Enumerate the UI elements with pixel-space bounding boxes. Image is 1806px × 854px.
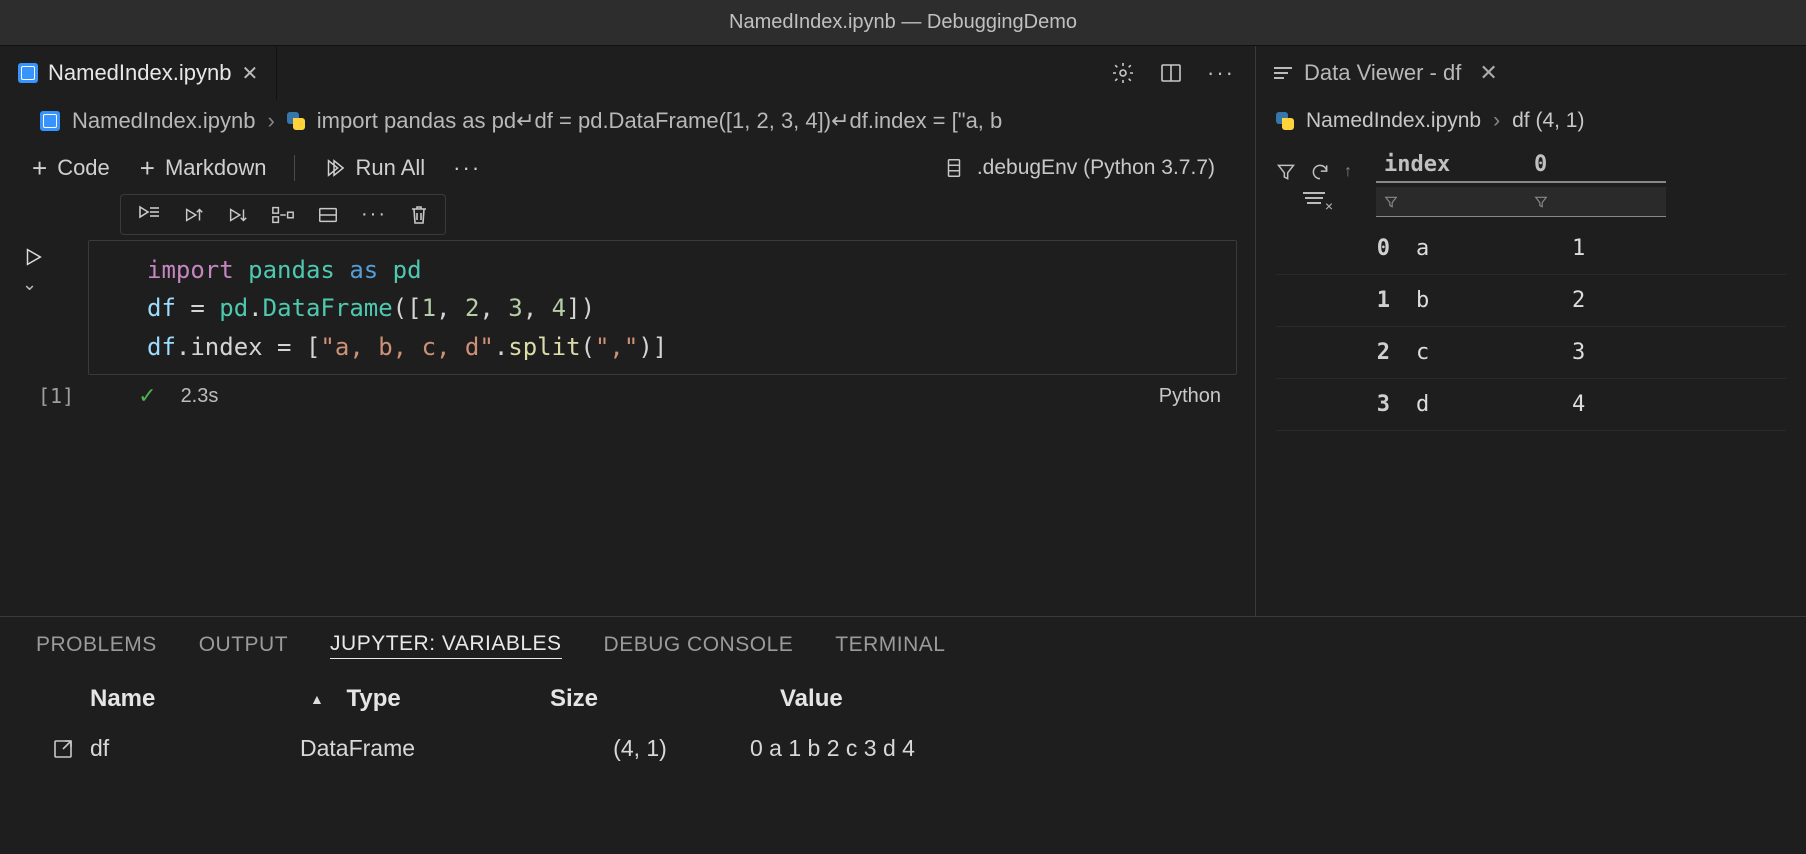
more-icon[interactable]: ··· bbox=[361, 203, 387, 226]
var-name: df bbox=[90, 735, 300, 762]
table-row[interactable]: 3 d 4 bbox=[1276, 379, 1786, 431]
col-name[interactable]: Name bbox=[90, 685, 300, 713]
gear-icon[interactable] bbox=[1111, 61, 1135, 85]
data-viewer-tabs: Data Viewer - df ✕ bbox=[1256, 46, 1806, 100]
chevron-down-icon[interactable]: ⌄ bbox=[22, 274, 37, 295]
column-header-0[interactable]: 0 bbox=[1526, 148, 1666, 183]
filter-icon bbox=[1534, 195, 1548, 209]
sort-asc-icon: ▲ bbox=[310, 691, 324, 707]
cell-toolbar: ··· bbox=[120, 194, 446, 235]
filter-input-index[interactable] bbox=[1376, 187, 1526, 217]
add-code-cell-button[interactable]: + Code bbox=[22, 153, 120, 184]
execution-duration: 2.3s bbox=[181, 385, 219, 408]
code-cell: ⌄ import pandas as pd df = pd.DataFrame(… bbox=[0, 240, 1255, 375]
var-value: 0 a 1 b 2 c 3 d 4 bbox=[750, 735, 1770, 762]
variables-header: Name ▲ Type Size Value bbox=[0, 673, 1806, 725]
tab-label: NamedIndex.ipynb bbox=[48, 60, 231, 86]
table-row[interactable]: 0 a 1 bbox=[1276, 223, 1786, 275]
run-cell-button[interactable] bbox=[22, 246, 44, 268]
run-above-icon[interactable] bbox=[183, 204, 205, 226]
kernel-label: .debugEnv (Python 3.7.7) bbox=[977, 156, 1215, 180]
window-titlebar: NamedIndex.ipynb — DebuggingDemo bbox=[0, 0, 1806, 46]
check-icon: ✓ bbox=[138, 383, 156, 409]
bottom-panel: PROBLEMS OUTPUT JUPYTER: VARIABLES DEBUG… bbox=[0, 616, 1806, 854]
split-cell-icon[interactable] bbox=[317, 205, 339, 225]
data-viewer-header: ↑ index 0 bbox=[1256, 142, 1806, 223]
more-icon[interactable]: ··· bbox=[1207, 60, 1235, 86]
list-icon bbox=[1274, 67, 1292, 79]
cell-status: [1] ✓ 2.3s Python bbox=[0, 375, 1255, 417]
tab-data-viewer[interactable]: Data Viewer - df ✕ bbox=[1256, 46, 1516, 100]
code-editor[interactable]: import pandas as pd df = pd.DataFrame([1… bbox=[88, 240, 1237, 375]
breadcrumb-file[interactable]: NamedIndex.ipynb bbox=[72, 108, 255, 134]
table-row[interactable]: 1 b 2 bbox=[1276, 275, 1786, 327]
tab-debug-console[interactable]: DEBUG CONSOLE bbox=[604, 633, 794, 657]
panel-tabs: PROBLEMS OUTPUT JUPYTER: VARIABLES DEBUG… bbox=[0, 617, 1806, 673]
col-size[interactable]: Size bbox=[550, 685, 770, 713]
breadcrumb-symbol[interactable]: import pandas as pd↵df = pd.DataFrame([1… bbox=[317, 108, 1002, 134]
split-editor-icon[interactable] bbox=[1159, 61, 1183, 85]
cell-toolbar-container: ··· bbox=[0, 194, 1255, 240]
data-grid[interactable]: 0 a 1 1 b 2 2 c 3 3 d 4 bbox=[1256, 223, 1806, 431]
notebook-toolbar: + Code + Markdown Run All ··· .debugEnv … bbox=[0, 142, 1255, 194]
open-data-viewer-icon[interactable] bbox=[36, 737, 90, 761]
kernel-picker[interactable]: .debugEnv (Python 3.7.7) bbox=[943, 156, 1233, 180]
python-icon bbox=[1276, 112, 1294, 130]
editor-tabs: NamedIndex.ipynb ✕ ··· bbox=[0, 46, 1255, 100]
python-icon bbox=[287, 112, 305, 130]
table-row[interactable]: 2 c 3 bbox=[1276, 327, 1786, 379]
column-header-index[interactable]: index bbox=[1376, 148, 1526, 183]
tab-actions: ··· bbox=[1111, 60, 1255, 86]
add-markdown-cell-button[interactable]: + Markdown bbox=[130, 153, 277, 184]
cell-language[interactable]: Python bbox=[1159, 385, 1221, 408]
breadcrumb[interactable]: NamedIndex.ipynb › import pandas as pd↵d… bbox=[0, 100, 1255, 142]
insert-cell-icon[interactable] bbox=[271, 204, 295, 226]
tab-terminal[interactable]: TERMINAL bbox=[835, 633, 945, 657]
data-viewer-breadcrumb[interactable]: NamedIndex.ipynb › df (4, 1) bbox=[1256, 100, 1806, 142]
filter-icon bbox=[1384, 195, 1398, 209]
run-by-line-icon[interactable] bbox=[137, 204, 161, 226]
chevron-right-icon: › bbox=[267, 108, 274, 134]
delete-cell-icon[interactable] bbox=[409, 204, 429, 226]
plus-icon: + bbox=[140, 153, 155, 184]
filter-icon[interactable] bbox=[1276, 162, 1296, 182]
tab-output[interactable]: OUTPUT bbox=[199, 633, 288, 657]
tab-namedindex[interactable]: NamedIndex.ipynb ✕ bbox=[0, 46, 277, 100]
variable-row[interactable]: df DataFrame (4, 1) 0 a 1 b 2 c 3 d 4 bbox=[0, 725, 1806, 772]
var-type: DataFrame bbox=[300, 735, 530, 762]
run-all-icon bbox=[323, 157, 345, 179]
data-viewer-tools: ↑ bbox=[1276, 162, 1352, 204]
divider bbox=[294, 155, 295, 181]
arrow-up-icon[interactable]: ↑ bbox=[1344, 163, 1352, 181]
cell-gutter: ⌄ bbox=[22, 240, 88, 375]
clear-filters-icon[interactable] bbox=[1303, 192, 1325, 204]
run-all-button[interactable]: Run All bbox=[313, 155, 435, 181]
col-value[interactable]: Value bbox=[780, 685, 843, 713]
refresh-icon[interactable] bbox=[1310, 162, 1330, 182]
tab-jupyter-variables[interactable]: JUPYTER: VARIABLES bbox=[330, 632, 562, 659]
more-icon[interactable]: ··· bbox=[453, 155, 481, 181]
execution-count: [1] bbox=[38, 384, 74, 408]
editor-pane: NamedIndex.ipynb ✕ ··· NamedIndex.ipynb … bbox=[0, 46, 1256, 616]
window-title: NamedIndex.ipynb — DebuggingDemo bbox=[729, 11, 1077, 34]
col-type[interactable]: ▲ Type bbox=[310, 685, 540, 713]
filter-input-c0[interactable] bbox=[1526, 187, 1666, 217]
notebook-icon bbox=[40, 111, 60, 131]
close-icon[interactable]: ✕ bbox=[1479, 60, 1497, 86]
close-icon[interactable]: ✕ bbox=[241, 61, 258, 86]
data-viewer-pane: Data Viewer - df ✕ NamedIndex.ipynb › df… bbox=[1256, 46, 1806, 616]
notebook-icon bbox=[18, 63, 38, 83]
plus-icon: + bbox=[32, 153, 47, 184]
run-below-icon[interactable] bbox=[227, 204, 249, 226]
server-icon bbox=[943, 157, 965, 179]
args: ( bbox=[393, 294, 407, 322]
tab-problems[interactable]: PROBLEMS bbox=[36, 633, 157, 657]
var-size: (4, 1) bbox=[530, 735, 750, 762]
